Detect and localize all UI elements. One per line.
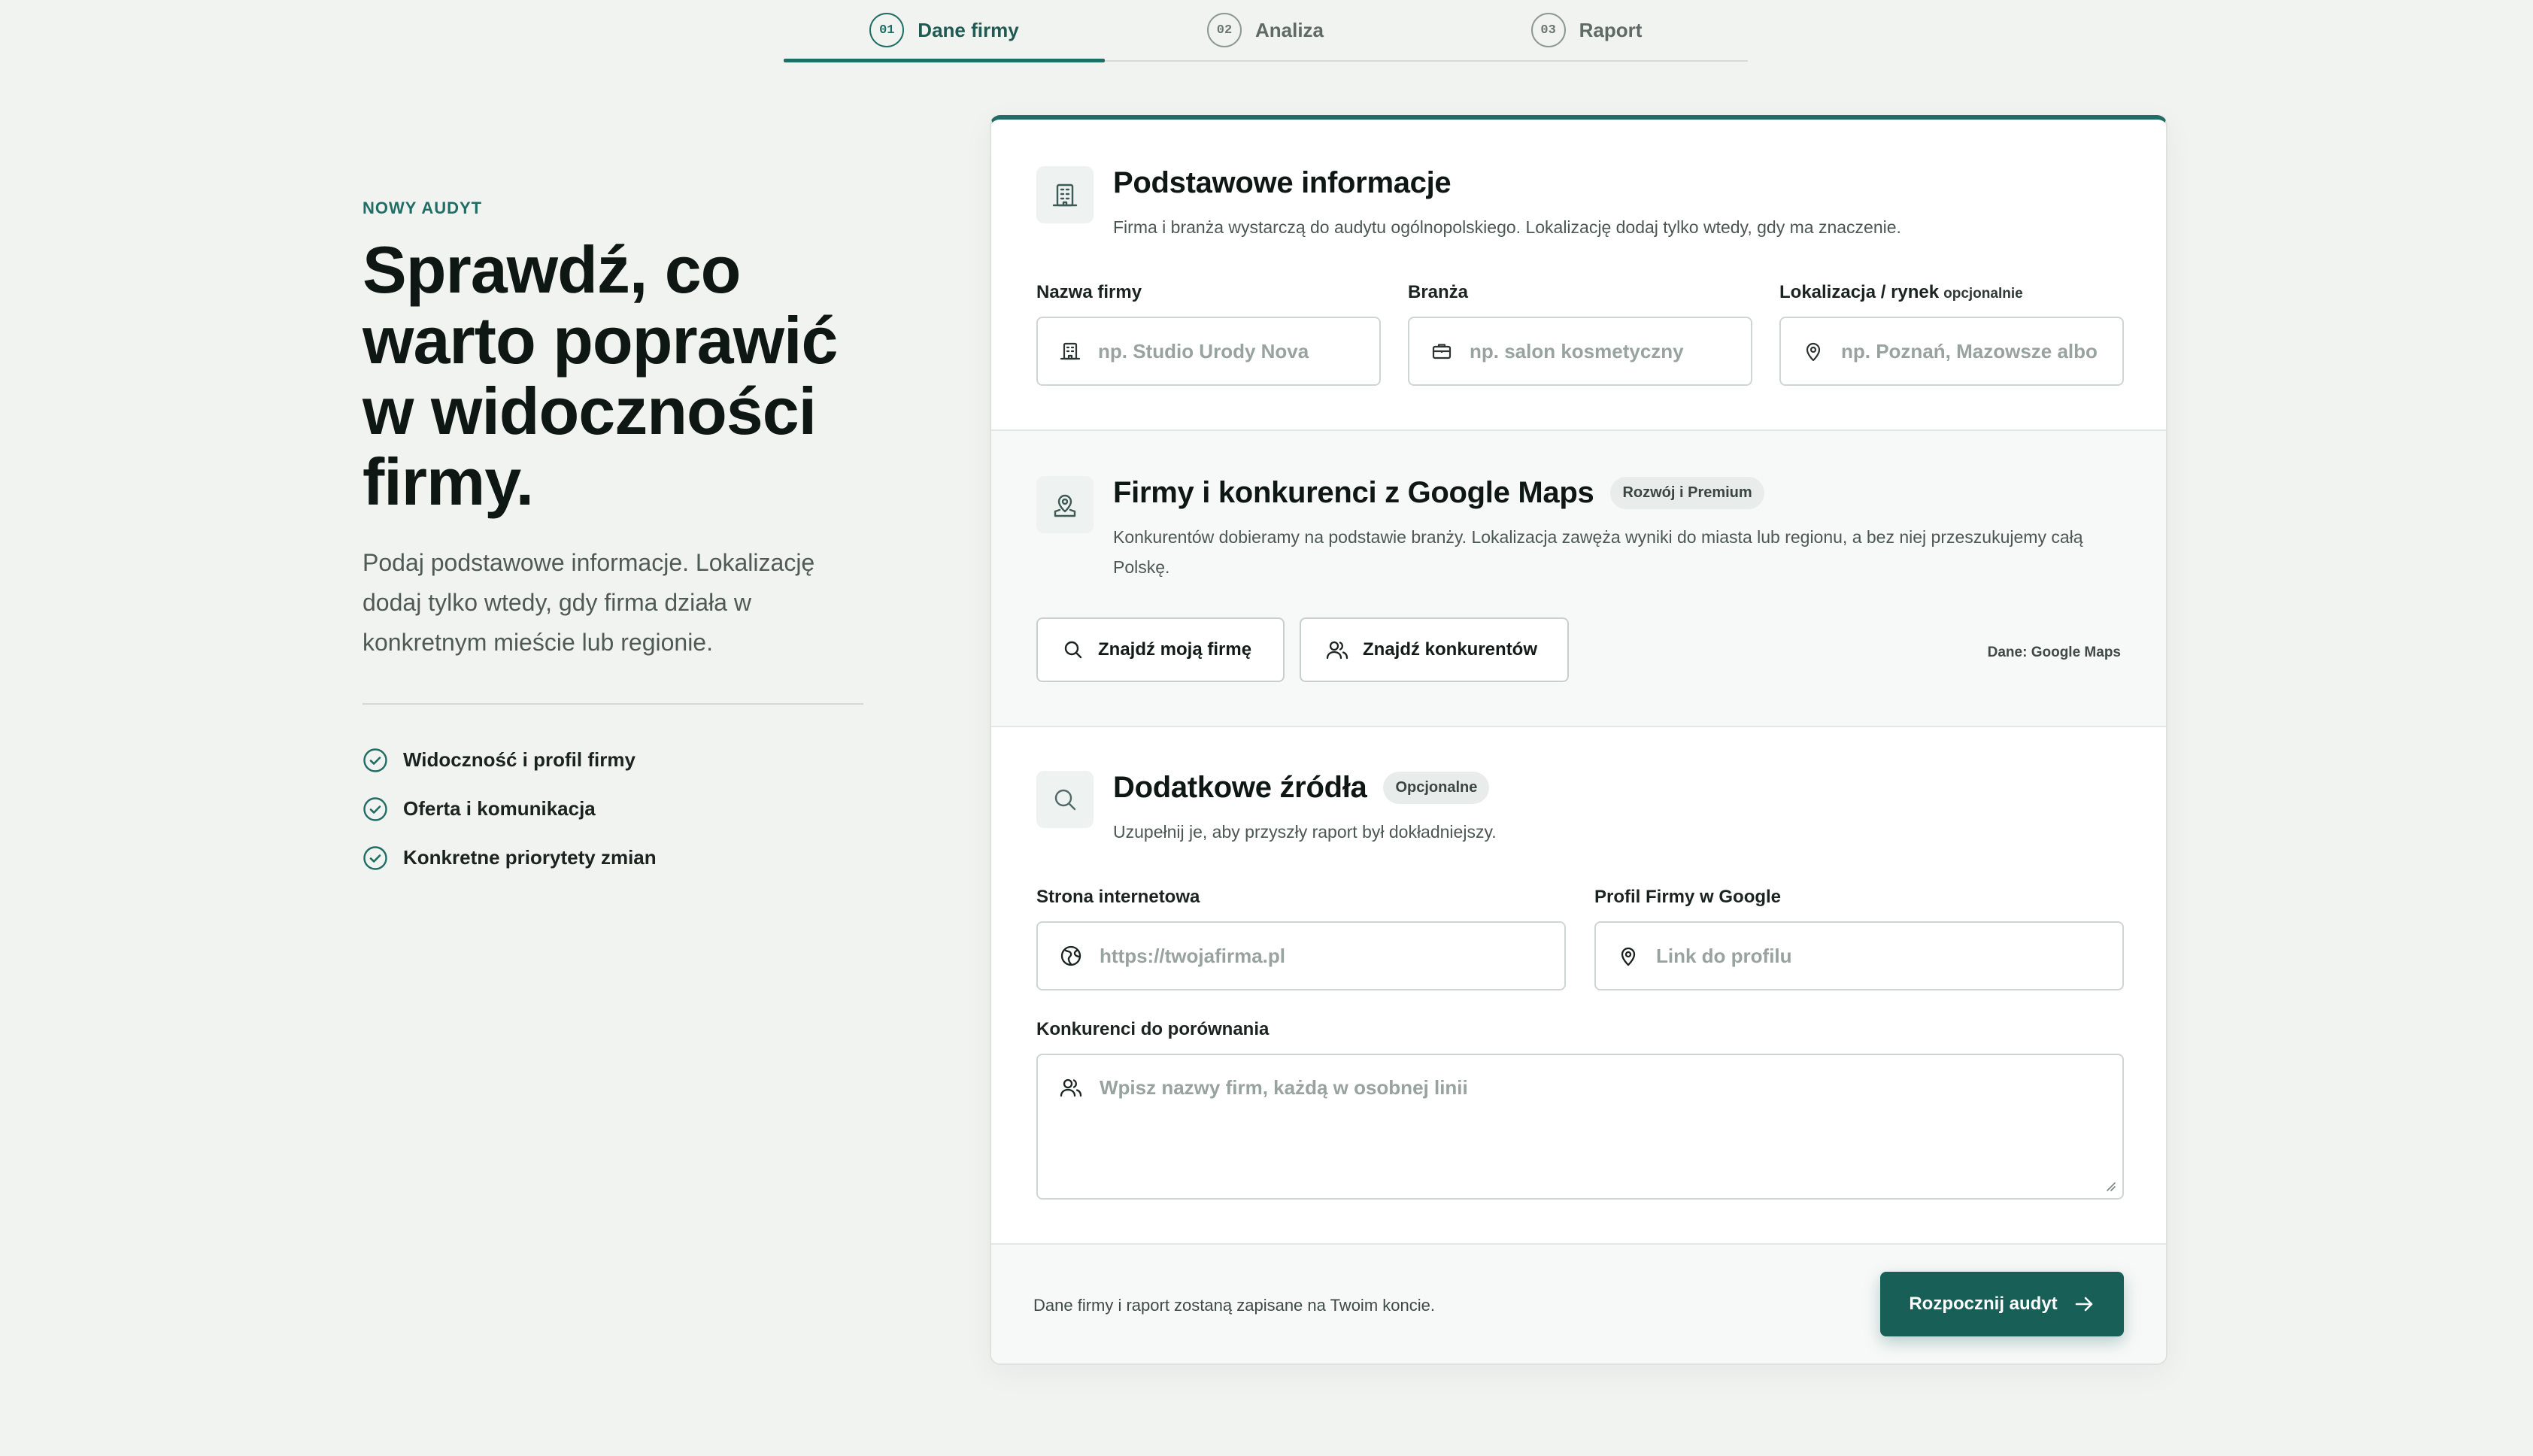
competitors-textarea[interactable]: Wpisz nazwy firm, każdą w osobnej linii xyxy=(1036,1054,2124,1200)
list-item-label: Widoczność i profil firmy xyxy=(403,748,636,771)
google-profile-input[interactable]: Link do profilu xyxy=(1594,921,2124,990)
map-pin-icon xyxy=(1036,476,1094,533)
input-placeholder: np. Studio Urody Nova xyxy=(1098,339,1309,362)
save-note: Dane firmy i raport zostaną zapisane na … xyxy=(1033,1296,1435,1315)
search-icon xyxy=(1036,771,1094,828)
page-title: Sprawdź, co warto poprawić w widoczności… xyxy=(363,232,838,519)
resize-handle-icon[interactable] xyxy=(2104,1180,2116,1192)
section-description: Konkurentów dobieramy na podstawie branż… xyxy=(1113,527,2083,577)
list-item: Konkretne priorytety zmian xyxy=(363,833,657,882)
start-audit-button[interactable]: Rozpocznij audyt xyxy=(1880,1272,2124,1336)
find-competitors-button[interactable]: Znajdź konkurentów xyxy=(1300,617,1569,682)
google-profile-label: Profil Firmy w Google xyxy=(1594,887,1781,908)
check-circle-icon xyxy=(363,796,388,822)
globe-icon xyxy=(1059,944,1083,968)
label-text: Strona internetowa xyxy=(1036,887,1200,907)
extra-sources-section: Dodatkowe źródła Opcjonalne Uzupełnij je… xyxy=(991,727,2166,1245)
audit-form-card: Podstawowe informacje Firma i branża wys… xyxy=(990,115,2167,1365)
input-placeholder: np. Poznań, Mazowsze albo xyxy=(1841,339,2098,362)
step-label: Raport xyxy=(1579,18,1643,41)
button-label: Znajdź konkurentów xyxy=(1363,639,1538,660)
section-title: Podstawowe informacje xyxy=(1113,166,1452,199)
website-label: Strona internetowa xyxy=(1036,887,1200,908)
company-name-input[interactable]: np. Studio Urody Nova xyxy=(1036,317,1381,386)
industry-input[interactable]: np. salon kosmetyczny xyxy=(1408,317,1752,386)
input-placeholder: Link do profilu xyxy=(1656,944,1792,967)
google-maps-section: Firmy i konkurenci z Google Maps Rozwój … xyxy=(991,431,2166,727)
industry-label: Branża xyxy=(1408,282,1468,303)
label-text: Konkurenci do porównania xyxy=(1036,1019,1270,1039)
section-title: Firmy i konkurenci z Google Maps xyxy=(1113,476,1594,509)
arrow-right-icon xyxy=(2073,1293,2095,1315)
section-description: Firma i branża wystarczą do audytu ogóln… xyxy=(1113,217,1901,237)
section-title: Dodatkowe źródła xyxy=(1113,771,1367,804)
website-input[interactable]: https://twojafirma.pl xyxy=(1036,921,1566,990)
location-label: Lokalizacja / rynek opcjonalnie xyxy=(1779,282,2023,303)
list-item: Widoczność i profil firmy xyxy=(363,736,657,784)
search-icon xyxy=(1062,639,1084,661)
plan-badge: Rozwój i Premium xyxy=(1610,477,1764,509)
step-number: 01 xyxy=(869,13,905,47)
label-text: Branża xyxy=(1408,282,1469,302)
step-label: Analiza xyxy=(1254,18,1324,41)
step-number: 02 xyxy=(1206,13,1242,47)
page-lead: Podaj podstawowe informacje. Lokalizację… xyxy=(363,549,815,656)
data-source-note: Dane: Google Maps xyxy=(1987,645,2121,660)
benefits-list: Widoczność i profil firmy Oferta i komun… xyxy=(363,736,657,882)
optional-badge: Opcjonalne xyxy=(1383,772,1490,804)
label-text: Lokalizacja / rynek xyxy=(1779,282,1940,302)
building-icon xyxy=(1036,166,1094,223)
list-item-label: Oferta i komunikacja xyxy=(403,797,596,820)
button-label: Rozpocznij audyt xyxy=(1909,1294,2058,1314)
step-label: Dane firmy xyxy=(918,18,1019,41)
section-description: Uzupełnij je, aby przyszły raport był do… xyxy=(1113,822,1497,842)
step-report[interactable]: 03 Raport xyxy=(1426,0,1747,60)
optional-tag: opcjonalnie xyxy=(1943,286,2023,302)
company-name-label: Nazwa firmy xyxy=(1036,282,1142,303)
check-circle-icon xyxy=(363,845,388,871)
input-placeholder: Wpisz nazwy firm, każdą w osobnej linii xyxy=(1100,1076,1468,1099)
basic-info-section: Podstawowe informacje Firma i branża wys… xyxy=(991,120,2166,431)
check-circle-icon xyxy=(363,748,388,773)
list-item: Oferta i komunikacja xyxy=(363,784,657,833)
location-input[interactable]: np. Poznań, Mazowsze albo xyxy=(1779,317,2124,386)
input-placeholder: np. salon kosmetyczny xyxy=(1470,339,1684,362)
label-text: Nazwa firmy xyxy=(1036,282,1142,302)
divider xyxy=(363,703,863,705)
step-number: 03 xyxy=(1530,13,1566,47)
users-icon xyxy=(1325,639,1349,661)
step-company-data[interactable]: 01 Dane firmy xyxy=(784,0,1105,62)
form-footer: Dane firmy i raport zostaną zapisane na … xyxy=(991,1245,2166,1363)
map-pin-icon xyxy=(1617,945,1640,967)
step-analysis[interactable]: 02 Analiza xyxy=(1105,0,1426,60)
label-text: Profil Firmy w Google xyxy=(1594,887,1782,907)
eyebrow-label: NOWY AUDYT xyxy=(363,199,483,217)
users-icon xyxy=(1059,1076,1083,1099)
progress-stepper: 01 Dane firmy 02 Analiza 03 Raport xyxy=(784,0,1748,62)
competitors-label: Konkurenci do porównania xyxy=(1036,1019,1269,1040)
input-placeholder: https://twojafirma.pl xyxy=(1100,944,1285,967)
find-my-company-button[interactable]: Znajdź moją firmę xyxy=(1036,617,1285,682)
map-pin-icon xyxy=(1802,340,1825,362)
briefcase-icon xyxy=(1430,340,1453,362)
building-icon xyxy=(1059,340,1081,362)
list-item-label: Konkretne priorytety zmian xyxy=(403,846,657,869)
button-label: Znajdź moją firmę xyxy=(1098,639,1252,660)
